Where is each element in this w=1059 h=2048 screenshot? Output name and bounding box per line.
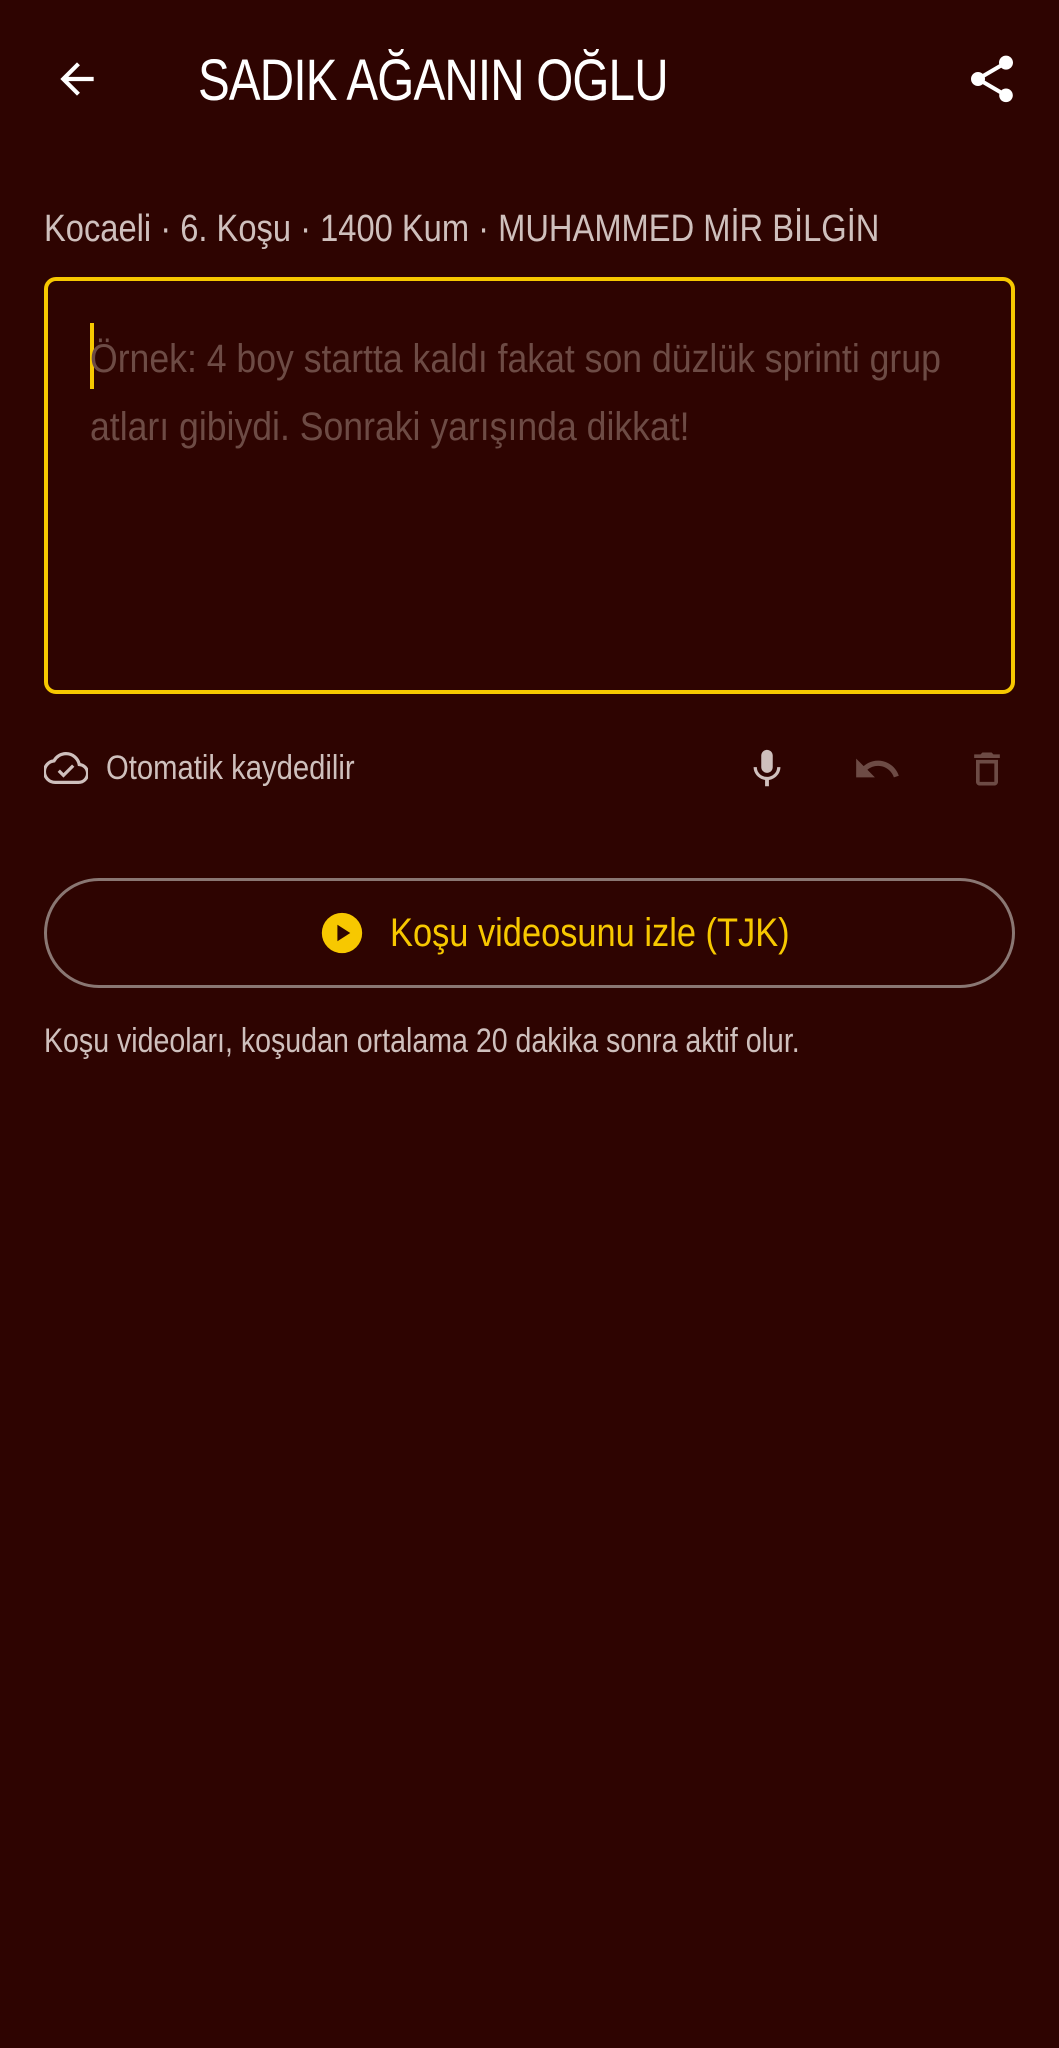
undo-icon (856, 758, 899, 778)
delete-button[interactable] (954, 736, 1020, 802)
watch-video-label: Koşu videosunu izle (TJK) (389, 911, 790, 955)
page-title: SADIK AĞANIN OĞLU (198, 48, 669, 113)
watch-race-video-button[interactable]: Koşu videosunu izle (TJK) (44, 878, 1015, 988)
voice-input-button[interactable] (734, 736, 800, 802)
note-placeholder: Örnek: 4 boy startta kaldı fakat son düz… (90, 337, 951, 449)
undo-button[interactable] (844, 736, 910, 802)
play-circle-icon (321, 912, 362, 954)
trash-icon (974, 752, 1000, 786)
note-textarea[interactable]: Örnek: 4 boy startta kaldı fakat son düz… (44, 277, 1015, 694)
video-availability-note: Koşu videoları, koşudan ortalama 20 daki… (44, 1022, 800, 1060)
cloud-check-icon (44, 751, 88, 785)
note-toolbar: Otomatik kaydedilir (44, 738, 1015, 800)
arrow-left-icon (60, 62, 94, 96)
autosave-label: Otomatik kaydedilir (106, 749, 355, 787)
share-icon (971, 55, 1013, 103)
race-info: Kocaeli · 6. Koşu · 1400 Kum · MUHAMMED … (44, 208, 880, 250)
microphone-icon (753, 749, 781, 787)
back-button[interactable] (40, 42, 114, 116)
app-bar: SADIK AĞANIN OĞLU (0, 0, 1059, 160)
share-button[interactable] (955, 42, 1029, 116)
